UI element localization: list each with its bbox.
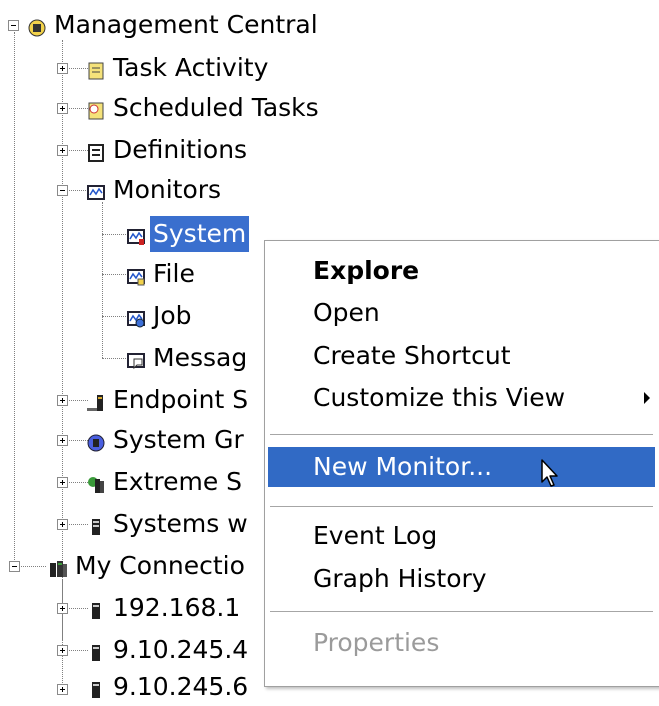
tree-label: Monitors — [113, 175, 222, 204]
system-monitor-icon — [126, 224, 146, 245]
scheduled-tasks-icon — [86, 98, 106, 120]
tree-node-endpoint-systems[interactable]: Endpoint S — [86, 381, 251, 419]
expand-toggle[interactable] — [57, 395, 68, 406]
task-activity-icon — [86, 58, 106, 80]
message-monitor-icon — [126, 348, 146, 370]
server-icon — [86, 677, 106, 698]
tree-label: Scheduled Tasks — [113, 93, 319, 122]
tree-label: 192.168.1 — [113, 593, 241, 622]
menu-item-label: Customize this View — [313, 383, 566, 412]
menu-separator — [270, 611, 653, 612]
tree-label: 9.10.245.4 — [113, 635, 249, 664]
my-connections-icon — [48, 556, 68, 577]
tree-label: Management Central — [54, 10, 318, 39]
file-monitor-icon — [126, 264, 146, 286]
extreme-support-icon — [86, 472, 106, 493]
tree-node-file-monitor[interactable]: File — [126, 255, 198, 293]
menu-item-label: Graph History — [313, 564, 487, 593]
menu-separator — [270, 506, 653, 507]
job-monitor-icon — [126, 306, 146, 328]
tree-node-system-groups[interactable]: System Gr — [86, 421, 247, 459]
tree-node-connection-3[interactable]: 9.10.245.6 — [86, 668, 251, 706]
tree-node-definitions[interactable]: Definitions — [86, 131, 250, 169]
menu-item-label: Open — [313, 298, 380, 327]
expand-toggle[interactable] — [57, 103, 68, 114]
menu-item-explore[interactable]: Explore — [265, 251, 659, 291]
mouse-pointer-icon — [541, 459, 558, 487]
menu-item-label: Event Log — [313, 521, 438, 550]
menu-item-label: Explore — [313, 256, 420, 285]
tree-label: My Connectio — [75, 551, 245, 580]
expand-toggle[interactable] — [57, 684, 68, 695]
menu-item-open[interactable]: Open — [265, 293, 659, 333]
menu-separator — [270, 434, 653, 435]
server-icon — [86, 598, 106, 619]
expand-toggle[interactable] — [57, 477, 68, 488]
definitions-icon — [86, 140, 106, 162]
expand-toggle[interactable] — [57, 645, 68, 656]
tree-label: File — [153, 259, 195, 288]
menu-item-new-monitor[interactable]: New Monitor... — [268, 447, 655, 487]
expand-toggle[interactable] — [57, 519, 68, 530]
tree-line — [102, 202, 103, 358]
tree-node-extreme-support[interactable]: Extreme S — [86, 463, 245, 501]
context-menu: Explore Open Create Shortcut Customize t… — [264, 240, 659, 687]
tree-label: System — [150, 216, 250, 252]
menu-item-customize-view[interactable]: Customize this View — [265, 378, 659, 418]
collapse-toggle[interactable] — [9, 561, 20, 572]
tree-label: Endpoint S — [113, 385, 249, 414]
menu-item-label: Create Shortcut — [313, 341, 511, 370]
management-central-icon — [27, 15, 47, 37]
submenu-arrow-icon — [644, 392, 650, 404]
menu-item-create-shortcut[interactable]: Create Shortcut — [265, 336, 659, 376]
menu-item-label: New Monitor... — [313, 452, 493, 481]
tree-node-management-central[interactable]: Management Central — [8, 6, 321, 44]
expand-toggle[interactable] — [57, 435, 68, 446]
menu-item-graph-history[interactable]: Graph History — [265, 559, 659, 599]
menu-item-event-log[interactable]: Event Log — [265, 516, 659, 556]
tree-label: Messag — [153, 343, 248, 372]
tree-node-monitors[interactable]: Monitors — [86, 171, 224, 209]
server-icon — [86, 640, 106, 661]
expand-toggle[interactable] — [57, 145, 68, 156]
tree-label: Definitions — [113, 135, 248, 164]
expand-toggle[interactable] — [57, 603, 68, 614]
tree-line — [62, 580, 63, 687]
tree-node-message-monitor[interactable]: Messag — [126, 339, 250, 377]
tree-label: Job — [153, 301, 192, 330]
menu-item-properties[interactable]: Properties — [265, 623, 659, 663]
monitors-icon — [86, 180, 106, 200]
endpoint-systems-icon — [86, 390, 106, 411]
collapse-toggle[interactable] — [57, 185, 68, 196]
collapse-toggle[interactable] — [8, 19, 19, 31]
menu-item-label: Properties — [313, 628, 440, 657]
tree-label: Extreme S — [113, 467, 243, 496]
tree-node-my-connections[interactable]: My Connectio — [48, 547, 248, 585]
tree-label: System Gr — [113, 425, 244, 454]
tree-node-task-activity[interactable]: Task Activity — [86, 49, 271, 87]
system-groups-icon — [86, 430, 106, 452]
tree-node-systems-with[interactable]: Systems w — [86, 505, 251, 543]
systems-icon — [86, 514, 106, 535]
tree-line — [14, 32, 15, 572]
tree-label: Systems w — [113, 509, 248, 538]
expand-toggle[interactable] — [57, 63, 68, 74]
tree-node-scheduled-tasks[interactable]: Scheduled Tasks — [86, 89, 322, 127]
tree-node-connection-2[interactable]: 9.10.245.4 — [86, 631, 251, 669]
tree-node-job-monitor[interactable]: Job — [126, 297, 195, 335]
tree-label: 9.10.245.6 — [113, 672, 249, 701]
tree-label: Task Activity — [113, 53, 269, 82]
tree-node-connection-1[interactable]: 192.168.1 — [86, 589, 243, 627]
tree-node-system-monitor[interactable]: System — [126, 215, 250, 253]
